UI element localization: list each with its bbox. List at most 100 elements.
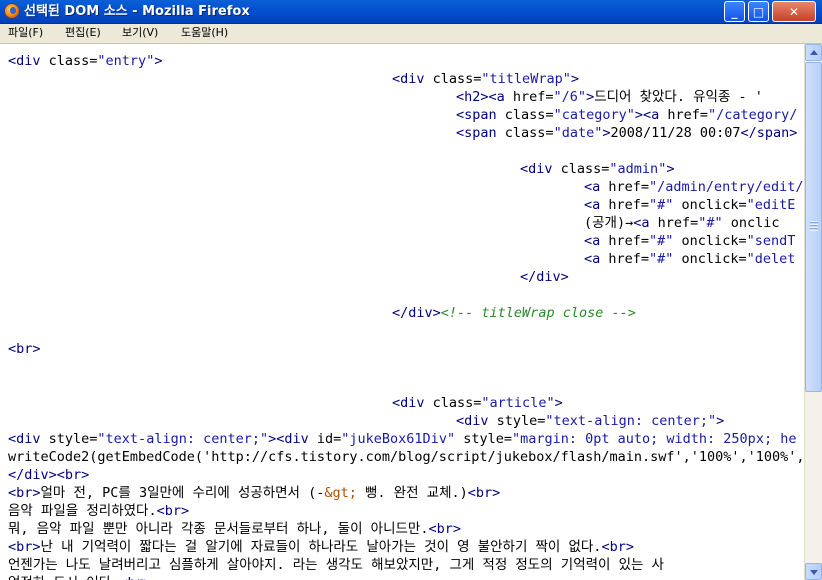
source-token: 뻥. 완전 교체.) <box>356 485 468 501</box>
source-token: <!-- titleWrap close --> <box>440 305 636 321</box>
source-line: <span class="date">2008/11/28 00:07</spa… <box>456 124 797 142</box>
source-token: <br> <box>119 575 152 580</box>
source-token: "/category/ <box>708 107 798 123</box>
source-line: <a href="/admin/entry/edit/ <box>584 178 803 196</box>
source-token: <a <box>584 251 609 267</box>
source-token: "category" <box>553 107 635 123</box>
source-token: "admin" <box>609 161 667 177</box>
source-token: <div <box>392 395 433 411</box>
scroll-down-arrow-icon[interactable] <box>805 563 822 580</box>
scroll-up-arrow-icon[interactable] <box>805 44 822 61</box>
source-token: class= <box>504 107 554 123</box>
source-token: "/6" <box>553 89 587 105</box>
menu-file[interactable]: 파일(F) <box>8 25 43 41</box>
source-token: 난 내 기억력이 짧다는 걸 알기에 자료들이 하나라도 날아가는 것이 영 불… <box>40 539 602 555</box>
source-token: 2008/11/28 00:07 <box>610 125 741 141</box>
menu-view[interactable]: 보기(V) <box>122 25 158 41</box>
source-token: 드디어 찾았다. 유익종 - ' <box>594 89 763 105</box>
source-line: 뭐, 음악 파일 뿐만 아니라 각종 문서들로부터 하나, 둘이 아니드만.<b… <box>8 520 461 538</box>
source-line: 음악 파일을 정리하였다.<br> <box>8 502 189 520</box>
source-token: 뭐, 음악 파일 뿐만 아니라 각종 문서들로부터 하나, 둘이 아니드만. <box>8 521 429 537</box>
source-line: writeCode2(getEmbedCode('http://cfs.tist… <box>8 448 804 466</box>
scroll-thumb[interactable] <box>805 62 822 392</box>
source-line: <a href="#" onclick="delet <box>584 250 795 268</box>
source-token: writeCode2(getEmbedCode('http://cfs.tist… <box>8 449 804 465</box>
source-token: <br> <box>8 485 41 501</box>
source-token: "date" <box>553 125 603 141</box>
source-token: ><div <box>268 431 317 447</box>
source-token: "#" <box>649 251 674 267</box>
source-token: class= <box>560 161 610 177</box>
source-token: 언젠가는 나도 날려버리고 심플하게 살아야지. 라는 생각도 해보았지만, 그… <box>8 557 664 573</box>
source-token: </div> <box>392 305 441 321</box>
source-token: "margin: 0pt auto; width: 250px; he <box>511 431 797 447</box>
source-line: <div class="titleWrap"> <box>392 70 579 88</box>
source-token: class= <box>432 71 482 87</box>
maximize-button[interactable]: □ <box>748 1 769 22</box>
source-token: <br> <box>601 539 634 555</box>
source-token: <a <box>584 179 609 195</box>
source-token: <div <box>392 71 433 87</box>
firefox-icon <box>4 3 20 19</box>
source-token: </div><br> <box>8 467 90 483</box>
source-token: <div <box>8 53 49 69</box>
source-token: &gt; <box>324 485 357 501</box>
source-token: class= <box>432 395 482 411</box>
source-token: href= <box>512 89 554 105</box>
source-line: <h2><a href="/6">드디어 찾았다. 유익종 - ' <box>456 88 763 106</box>
source-token: "#" <box>698 215 723 231</box>
source-token: "titleWrap" <box>481 71 571 87</box>
source-token: onclick= <box>673 233 747 249</box>
source-line: <div class="entry"> <box>8 52 162 70</box>
source-token: <br> <box>8 341 41 357</box>
source-token: "text-align: center;" <box>97 431 269 447</box>
source-line: <br> <box>8 340 41 358</box>
source-token: style= <box>48 431 98 447</box>
source-token: > <box>554 395 563 411</box>
source-token: style= <box>455 431 512 447</box>
source-view[interactable]: <div class="entry"> <div class="titleWrap… <box>0 44 804 580</box>
source-token: 얼마 전, PC를 3일만에 수리에 성공하면서 (- <box>40 485 325 501</box>
source-token: "sendT <box>746 233 796 249</box>
source-line: 얻전하 드시 어다 <br> <box>8 574 152 580</box>
source-token: onclick= <box>673 251 747 267</box>
source-token: "text-align: center;" <box>545 413 717 429</box>
source-token: > <box>716 413 725 429</box>
source-token: "#" <box>649 233 674 249</box>
source-token: <span <box>456 107 505 123</box>
source-token: href= <box>608 233 650 249</box>
source-token: <a <box>584 197 609 213</box>
source-token: > <box>586 89 595 105</box>
source-token: </div> <box>520 269 569 285</box>
source-token: 음악 파일을 정리하였다. <box>8 503 157 519</box>
menu-help[interactable]: 도움말(H) <box>181 25 228 41</box>
source-token: "/admin/entry/edit/ <box>649 179 804 195</box>
source-token: href= <box>667 107 708 123</box>
source-token: <br> <box>8 539 41 555</box>
menu-edit[interactable]: 편집(E) <box>65 25 101 41</box>
source-line: <div class="article"> <box>392 394 563 412</box>
source-line: </div><br> <box>8 466 89 484</box>
source-token: <a <box>584 233 609 249</box>
source-token: class= <box>504 125 554 141</box>
source-token: <br> <box>467 485 501 501</box>
source-token: ><a <box>480 89 513 105</box>
source-token: <div <box>520 161 561 177</box>
source-token: > <box>154 53 163 69</box>
source-token: 얻전하 드시 어다 <box>8 575 119 580</box>
window-titlebar[interactable]: 선택된 DOM 소스 - Mozilla Firefox _ □ ✕ <box>0 0 822 24</box>
source-line: </div><!-- titleWrap close --> <box>392 304 636 322</box>
minimize-button[interactable]: _ <box>724 1 745 22</box>
close-button[interactable]: ✕ <box>772 1 816 22</box>
vertical-scrollbar[interactable] <box>804 44 822 580</box>
source-token: class= <box>48 53 98 69</box>
source-token: href= <box>608 251 650 267</box>
source-line: <br>난 내 기억력이 짧다는 걸 알기에 자료들이 하나라도 날아가는 것이… <box>8 538 634 556</box>
source-line: <div style="text-align: center;"> <box>456 412 724 430</box>
source-token: <h2 <box>456 89 481 105</box>
source-token: "#" <box>649 197 674 213</box>
source-token: (공개)→ <box>584 215 634 231</box>
source-token: href= <box>608 197 650 213</box>
source-token: href= <box>608 179 650 195</box>
source-token: <br> <box>156 503 190 519</box>
